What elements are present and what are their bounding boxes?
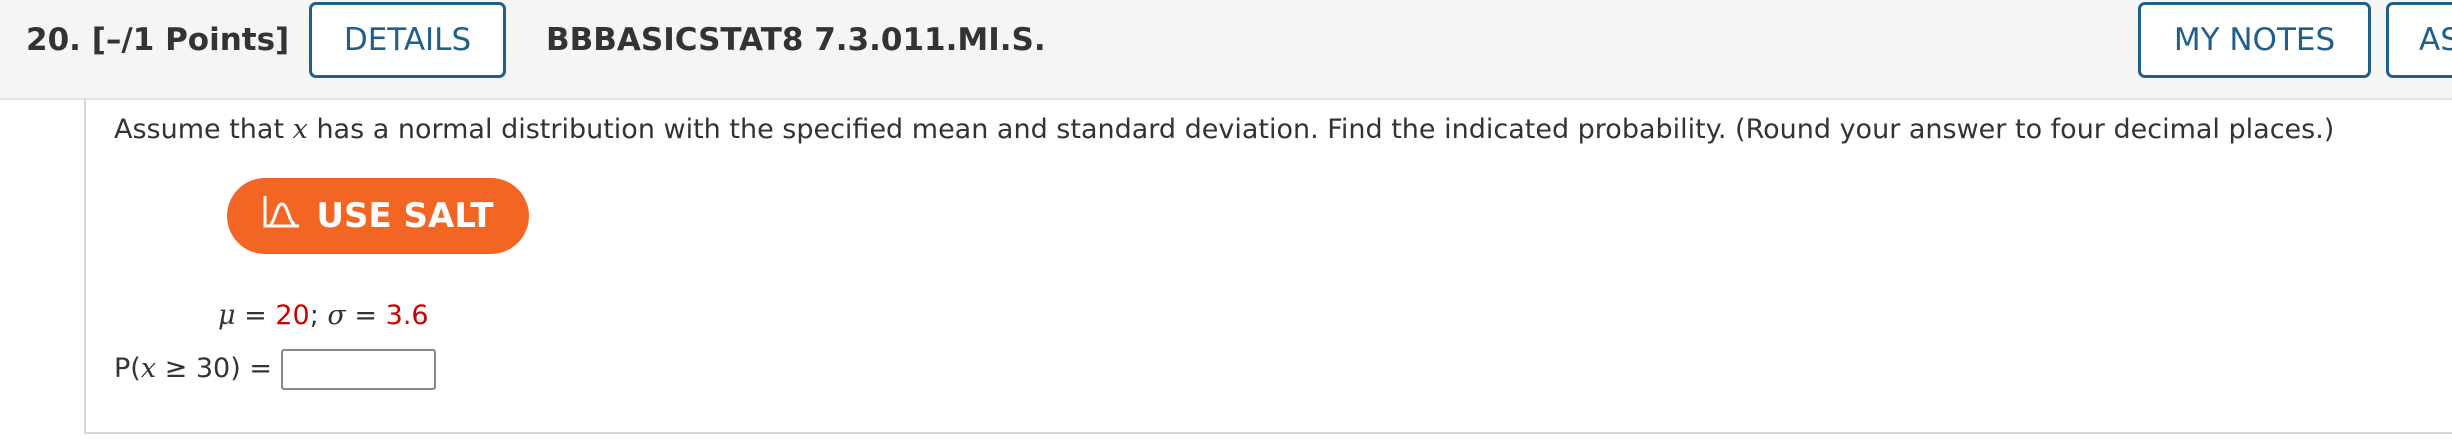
question-variable: x bbox=[292, 114, 308, 145]
sigma-equals: = bbox=[345, 300, 386, 331]
mu-equals: = bbox=[235, 300, 276, 331]
question-text: Assume that x has a normal distribution … bbox=[114, 114, 2334, 145]
question-body bbox=[84, 98, 2452, 434]
use-salt-label: USE SALT bbox=[316, 196, 494, 236]
answer-input[interactable] bbox=[281, 349, 436, 390]
question-number: 20. [–/1 Points] bbox=[26, 22, 289, 58]
question-header: 20. [–/1 Points] DETAILS BBBASICSTAT8 7.… bbox=[0, 0, 2452, 100]
probability-variable: x bbox=[140, 353, 157, 384]
question-text-after: has a normal distribution with the speci… bbox=[307, 114, 2335, 145]
probability-condition: ≥ 30) = bbox=[156, 353, 272, 384]
question-text-before: Assume that bbox=[114, 114, 293, 145]
distribution-parameters: μ = 20; σ = 3.6 bbox=[218, 300, 429, 331]
points-label: [–/1 Points] bbox=[91, 22, 290, 58]
sigma-symbol: σ bbox=[327, 300, 346, 331]
use-salt-button[interactable]: USE SALT bbox=[227, 178, 529, 254]
probability-expression: P(x ≥ 30) = bbox=[114, 353, 272, 384]
question-number-label: 20. bbox=[26, 22, 81, 58]
question-id: BBBASICSTAT8 7.3.011.MI.S. bbox=[546, 22, 1046, 58]
sigma-value: 3.6 bbox=[385, 300, 429, 331]
param-separator: ; bbox=[309, 300, 328, 331]
salt-distribution-icon bbox=[262, 194, 302, 239]
mu-symbol: μ bbox=[218, 300, 236, 331]
ask-teacher-button[interactable]: AS bbox=[2386, 2, 2452, 78]
mu-value: 20 bbox=[275, 300, 310, 331]
probability-prefix: P( bbox=[114, 353, 141, 384]
details-button[interactable]: DETAILS bbox=[309, 2, 506, 78]
my-notes-button[interactable]: MY NOTES bbox=[2138, 2, 2371, 78]
